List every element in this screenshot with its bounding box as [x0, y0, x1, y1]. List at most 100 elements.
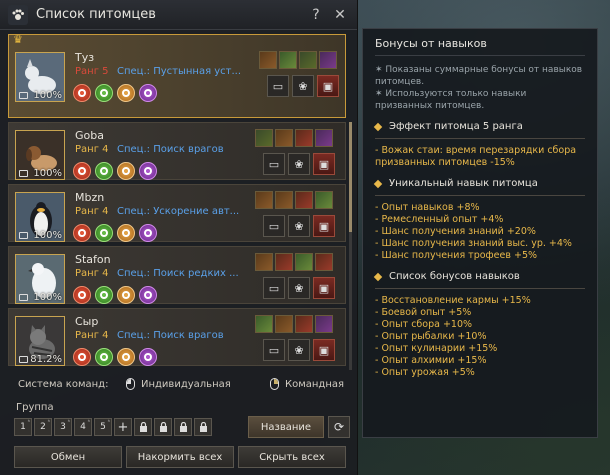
- skill-icon[interactable]: [73, 224, 91, 242]
- bonus-line: - Опыт алхимии +15%: [375, 355, 487, 366]
- skill-icon[interactable]: [95, 84, 113, 102]
- pet-card[interactable]: 100% Mbzn Ранг 4 Спец.: Ускорение авт... ▭ ❀ ▣: [8, 184, 346, 242]
- pet-actions: ▭ ❀ ▣: [267, 75, 339, 97]
- pet-card[interactable]: 100% Goba Ранг 4 Спец.: Поиск врагов ▭ ❀ ▣: [8, 122, 346, 180]
- pet-rank: Ранг 4: [75, 144, 109, 155]
- locked-slot-button[interactable]: [154, 418, 172, 436]
- refresh-button[interactable]: ⟳: [328, 416, 350, 438]
- skill-icon[interactable]: [95, 348, 113, 366]
- pet-card[interactable]: 81.2% Сыр Ранг 4 Спец.: Поиск врагов ▭ ❀ ▣: [8, 308, 346, 366]
- feed-button[interactable]: ▭: [263, 153, 285, 175]
- feed-button[interactable]: ▭: [267, 75, 289, 97]
- skill-icon[interactable]: [73, 286, 91, 304]
- pet-card[interactable]: ♛ 100% Туз Ранг 5 Спец.: Пустынная уст... ▭ ❀ ▣: [8, 34, 346, 118]
- pet-talents: [255, 315, 333, 333]
- pet-talents: [255, 191, 333, 209]
- group-name-button[interactable]: Название: [248, 416, 324, 438]
- locked-slot-button[interactable]: [134, 418, 152, 436]
- skill-icon[interactable]: [73, 84, 91, 102]
- skill-icon[interactable]: [117, 348, 135, 366]
- talent-icon[interactable]: [315, 315, 333, 333]
- unsummon-button[interactable]: ▣: [313, 339, 335, 361]
- window-title: Список питомцев: [36, 7, 156, 22]
- hide-all-button[interactable]: Скрыть всех: [238, 446, 346, 468]
- skill-icon[interactable]: [139, 224, 157, 242]
- command-individual-option[interactable]: Индивидуальная: [126, 378, 250, 390]
- pet-portrait[interactable]: 100%: [15, 130, 65, 180]
- talent-icon[interactable]: [295, 315, 313, 333]
- close-button[interactable]: ✕: [331, 6, 349, 24]
- feed-button[interactable]: ▭: [263, 215, 285, 237]
- commands-button[interactable]: ❀: [288, 277, 310, 299]
- talent-icon[interactable]: [275, 315, 293, 333]
- group-slot-button[interactable]: 1ʰ: [14, 418, 32, 436]
- skill-icon[interactable]: [73, 348, 91, 366]
- skill-icon[interactable]: [95, 162, 113, 180]
- talent-icon[interactable]: [315, 191, 333, 209]
- group-slot-button[interactable]: 4ʰ: [74, 418, 92, 436]
- skill-icon[interactable]: [95, 286, 113, 304]
- feed-button[interactable]: ▭: [263, 339, 285, 361]
- commands-button[interactable]: ❀: [292, 75, 314, 97]
- pet-specialization: Спец.: Поиск редких ...: [117, 268, 239, 279]
- pet-card[interactable]: 100% Stafon Ранг 4 Спец.: Поиск редких ... ▭…: [8, 246, 346, 304]
- skill-icon[interactable]: [117, 286, 135, 304]
- skill-icon[interactable]: [95, 224, 113, 242]
- talent-icon[interactable]: [255, 191, 273, 209]
- command-team-option[interactable]: Командная: [270, 378, 344, 390]
- bonus-line: - Шанс получения трофеев +5%: [375, 250, 538, 261]
- group-slot-button[interactable]: 3ʰ: [54, 418, 72, 436]
- skill-icon[interactable]: [139, 84, 157, 102]
- skill-icon[interactable]: [117, 224, 135, 242]
- skill-icon[interactable]: [117, 162, 135, 180]
- skill-icon[interactable]: [139, 162, 157, 180]
- talent-icon[interactable]: [315, 253, 333, 271]
- skill-icon[interactable]: [73, 162, 91, 180]
- add-group-button[interactable]: +: [114, 418, 132, 436]
- pet-portrait[interactable]: 100%: [15, 192, 65, 242]
- exchange-button[interactable]: Обмен: [14, 446, 122, 468]
- feed-button[interactable]: ▭: [263, 277, 285, 299]
- bonus-section-lines: - Вожак стаи: время перезарядки сбора пр…: [375, 145, 585, 169]
- talent-icon[interactable]: [275, 129, 293, 147]
- talent-icon[interactable]: [259, 51, 277, 69]
- pet-portrait[interactable]: 100%: [15, 52, 65, 102]
- talent-icon[interactable]: [279, 51, 297, 69]
- locked-slot-button[interactable]: [194, 418, 212, 436]
- pet-portrait[interactable]: 100%: [15, 254, 65, 304]
- talent-icon[interactable]: [295, 253, 313, 271]
- title-bar[interactable]: Список питомцев ? ✕: [0, 0, 357, 30]
- unsummon-button[interactable]: ▣: [313, 153, 335, 175]
- unsummon-button[interactable]: ▣: [317, 75, 339, 97]
- pet-portrait[interactable]: 81.2%: [15, 316, 65, 366]
- talent-icon[interactable]: [275, 191, 293, 209]
- talent-icon[interactable]: [255, 315, 273, 333]
- talent-icon[interactable]: [295, 129, 313, 147]
- talent-icon[interactable]: [315, 129, 333, 147]
- talent-icon[interactable]: [319, 51, 337, 69]
- skill-icon[interactable]: [139, 286, 157, 304]
- commands-button[interactable]: ❀: [288, 339, 310, 361]
- talent-icon[interactable]: [299, 51, 317, 69]
- talent-icon[interactable]: [255, 253, 273, 271]
- pet-actions: ▭ ❀ ▣: [263, 215, 335, 237]
- unsummon-button[interactable]: ▣: [313, 215, 335, 237]
- feed-all-button[interactable]: Накормить всех: [126, 446, 234, 468]
- talent-icon[interactable]: [295, 191, 313, 209]
- unsummon-button[interactable]: ▣: [313, 277, 335, 299]
- feed-bag-icon: [19, 92, 28, 99]
- group-slot-button[interactable]: 2ʰ: [34, 418, 52, 436]
- group-slot-button[interactable]: 5ʰ: [94, 418, 112, 436]
- skill-icon[interactable]: [139, 348, 157, 366]
- help-button[interactable]: ?: [307, 6, 325, 24]
- talent-icon[interactable]: [275, 253, 293, 271]
- skill-icon[interactable]: [117, 84, 135, 102]
- scrollbar-thumb[interactable]: [349, 122, 352, 232]
- talent-icon[interactable]: [255, 129, 273, 147]
- bonus-section-header: Список бонусов навыков: [373, 271, 585, 282]
- pet-skills: [73, 162, 157, 180]
- pet-rank: Ранг 4: [75, 330, 109, 341]
- commands-button[interactable]: ❀: [288, 153, 310, 175]
- locked-slot-button[interactable]: [174, 418, 192, 436]
- commands-button[interactable]: ❀: [288, 215, 310, 237]
